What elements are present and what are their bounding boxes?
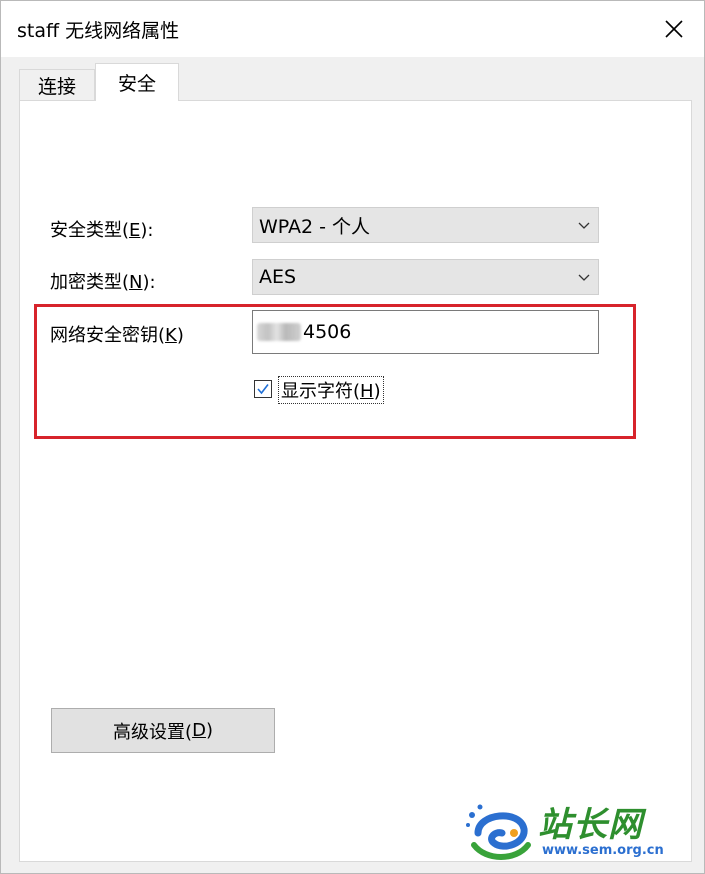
- check-icon: [257, 384, 269, 395]
- tab-label: 连接: [37, 76, 76, 98]
- advanced-settings-button[interactable]: 高级设置(D): [51, 708, 275, 753]
- security-tab-panel: 安全类型(E): WPA2 - 个人 加密类型(N): AES 网络安全密钥(K…: [19, 100, 692, 862]
- chevron-down-icon: [578, 222, 590, 229]
- title-bar: staff 无线网络属性: [1, 1, 704, 57]
- properties-dialog: staff 无线网络属性 连接 安全 安全类型(E): WPA2 - 个人 加密…: [0, 0, 705, 874]
- security-type-select[interactable]: WPA2 - 个人: [252, 207, 599, 243]
- tab-connection[interactable]: 连接: [19, 69, 95, 101]
- security-type-label: 安全类型(E):: [50, 220, 154, 241]
- blurred-key-prefix: [257, 323, 301, 341]
- network-key-value: 4506: [303, 321, 352, 343]
- tab-label: 安全: [117, 73, 156, 95]
- network-key-label: 网络安全密钥(K): [50, 325, 184, 346]
- window-title: staff 无线网络属性: [17, 20, 180, 42]
- watermark-text: 站长网: [538, 805, 643, 845]
- chevron-down-icon: [578, 274, 590, 281]
- security-type-value: WPA2 - 个人: [259, 215, 371, 238]
- dialog-client-area: 连接 安全 安全类型(E): WPA2 - 个人 加密类型(N): AES 网络…: [1, 57, 704, 873]
- close-button[interactable]: [644, 1, 704, 57]
- encryption-type-value: AES: [259, 266, 297, 288]
- encryption-type-select[interactable]: AES: [252, 259, 599, 295]
- watermark-logo-icon: [466, 804, 531, 860]
- show-characters-checkbox[interactable]: [254, 380, 272, 398]
- tab-security[interactable]: 安全: [95, 63, 179, 101]
- watermark-url: www.sem.org.cn: [542, 843, 664, 858]
- network-key-input[interactable]: 4506: [252, 310, 599, 354]
- site-watermark: 站长网 www.sem.org.cn: [464, 797, 696, 867]
- show-characters-label[interactable]: 显示字符(H): [278, 376, 384, 404]
- encryption-type-label: 加密类型(N):: [50, 272, 156, 293]
- close-icon: [665, 20, 683, 38]
